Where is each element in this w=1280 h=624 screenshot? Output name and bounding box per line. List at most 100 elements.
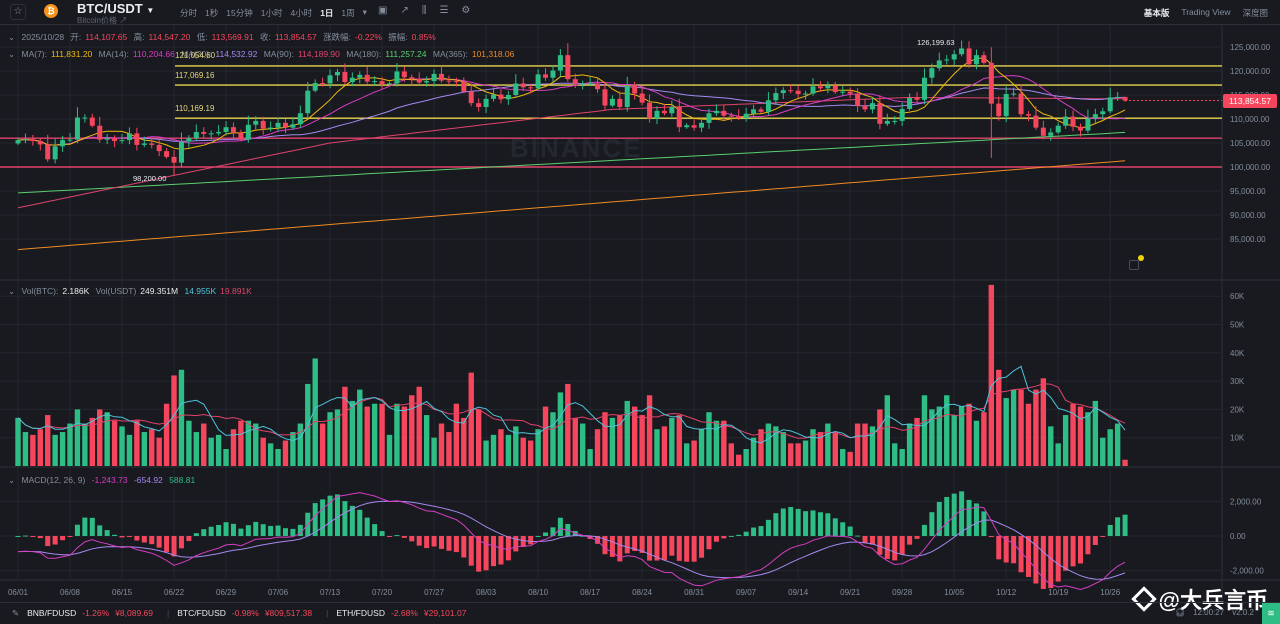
candle-up xyxy=(305,90,311,114)
collapse-chevron-icon[interactable]: ⌄ xyxy=(8,49,15,59)
candle-up xyxy=(684,125,690,128)
volume-bar xyxy=(527,440,534,466)
volume-bar xyxy=(535,429,541,466)
volume-bar xyxy=(409,395,415,466)
macd-label: MACD(12, 26, 9) xyxy=(21,475,86,485)
candle-down xyxy=(134,133,140,145)
volume-bar xyxy=(691,440,697,466)
volume-bar xyxy=(119,426,125,466)
volume-bar xyxy=(379,403,385,466)
x-axis-label: 08/24 xyxy=(632,588,653,597)
divider: | xyxy=(326,608,329,618)
macd-histogram-bar xyxy=(230,523,236,536)
volume-bar xyxy=(438,423,445,466)
candle-down xyxy=(788,90,794,92)
volume-info-row: ⌄ Vol(BTC): 2.186K Vol(USDT) 249.351M 14.9… xyxy=(8,286,256,297)
macd-histogram-bar xyxy=(1040,536,1046,589)
macd-histogram-bar xyxy=(535,535,541,537)
collapse-chevron-icon[interactable]: ⌄ xyxy=(8,286,15,296)
edit-icon[interactable]: ✎ xyxy=(12,608,19,619)
change-value: -0.22% xyxy=(354,32,382,42)
ma365-value: 101,318.06 xyxy=(471,49,515,59)
volume-bar xyxy=(163,403,170,466)
macd-histogram-bar xyxy=(97,525,103,536)
volume-bar xyxy=(981,412,987,466)
candle-up xyxy=(178,141,184,163)
collapse-chevron-icon[interactable]: ⌄ xyxy=(8,475,15,485)
macd-histogram-bar xyxy=(996,536,1002,560)
high-annotation: 126,199.63 xyxy=(917,38,955,47)
macd-histogram-bar xyxy=(914,536,920,539)
candle-down xyxy=(409,77,415,80)
volume-bar xyxy=(141,432,148,466)
volume-bar xyxy=(973,420,980,466)
ticker-price: ¥8,089.69 xyxy=(115,608,154,618)
ma7-label: MA(7): xyxy=(21,49,48,59)
candle-up xyxy=(208,133,214,135)
volume-bar xyxy=(178,369,185,466)
volume-bar xyxy=(1085,412,1091,466)
candle-up xyxy=(780,90,786,94)
kline-chart[interactable]: 06/01 06/08 06/15 06/22 06/29 07/06 07/13 07/20… xyxy=(0,0,1280,602)
volume-bar xyxy=(899,449,905,466)
macd-histogram-bar xyxy=(1011,536,1017,564)
volume-bar xyxy=(446,432,452,466)
x-axis-label: 06/29 xyxy=(216,588,237,597)
macd-histogram-bar xyxy=(141,536,147,543)
volume-bar xyxy=(728,443,734,466)
candle-down xyxy=(364,74,370,82)
candle-up xyxy=(951,54,957,60)
volume-bar xyxy=(936,406,943,466)
volume-bar xyxy=(736,454,742,466)
candle-up xyxy=(505,95,511,100)
vol-ma10-value: 19.891K xyxy=(220,286,252,296)
headset-icon[interactable]: 🎧︎ xyxy=(1175,608,1185,617)
volume-bar xyxy=(401,406,408,466)
macd-histogram-bar xyxy=(557,517,563,536)
volume-bar xyxy=(461,417,467,466)
macd-histogram-bar xyxy=(461,536,467,558)
macd-histogram-bar xyxy=(104,530,110,536)
volume-bar xyxy=(706,412,712,466)
macd-histogram-bar xyxy=(780,508,786,536)
candle-up xyxy=(840,91,846,93)
macd-histogram-bar xyxy=(82,517,88,536)
volume-bar xyxy=(780,432,786,466)
low-value: 113,569.91 xyxy=(211,32,254,42)
x-axis-label: 06/08 xyxy=(60,588,81,597)
volume-bar xyxy=(245,420,252,466)
price-tick-label: 105,000.00 xyxy=(1230,139,1271,148)
macd-histogram-bar xyxy=(773,513,779,536)
collapse-chevron-icon[interactable]: ⌄ xyxy=(8,32,15,42)
macd-histogram-bar xyxy=(372,524,378,536)
price-tick-label: 100,000.00 xyxy=(1230,163,1271,172)
ticker-pair[interactable]: ETH/FDUSD xyxy=(336,608,385,618)
macd-histogram-bar xyxy=(528,536,534,545)
volume-bar xyxy=(74,409,81,466)
candle-down xyxy=(565,55,571,80)
macd-tick-label: 2,000.00 xyxy=(1230,497,1262,506)
macd-histogram-bar xyxy=(543,532,549,536)
macd-histogram-bar xyxy=(713,536,719,542)
macd-histogram-bar xyxy=(245,525,251,536)
x-axis-label: 06/01 xyxy=(8,588,29,597)
volume-bar xyxy=(1055,443,1061,466)
ticker-pair[interactable]: BTC/FDUSD xyxy=(177,608,226,618)
candle-up xyxy=(334,71,340,76)
macd-histogram-bar xyxy=(416,536,422,546)
volume-bar xyxy=(602,412,608,466)
macd-histogram-bar xyxy=(164,536,170,552)
macd-histogram-bar xyxy=(676,536,682,561)
candle-down xyxy=(528,87,534,89)
bottom-ticker-bar: ✎ BNB/FDUSD -1.26% ¥8,089.69 | BTC/FDUSD -0… xyxy=(0,602,1280,624)
candle-down xyxy=(97,125,103,140)
volume-bar xyxy=(319,423,326,466)
alert-icon[interactable] xyxy=(1129,255,1144,270)
ma180-value: 111,257.24 xyxy=(385,49,427,59)
candle-down xyxy=(795,90,801,95)
level-label: 110,169.19 xyxy=(175,104,215,113)
candle-down xyxy=(201,131,207,134)
ticker-pair[interactable]: BNB/FDUSD xyxy=(27,608,76,618)
x-axis-label: 07/20 xyxy=(372,588,393,597)
candle-up xyxy=(899,108,905,121)
